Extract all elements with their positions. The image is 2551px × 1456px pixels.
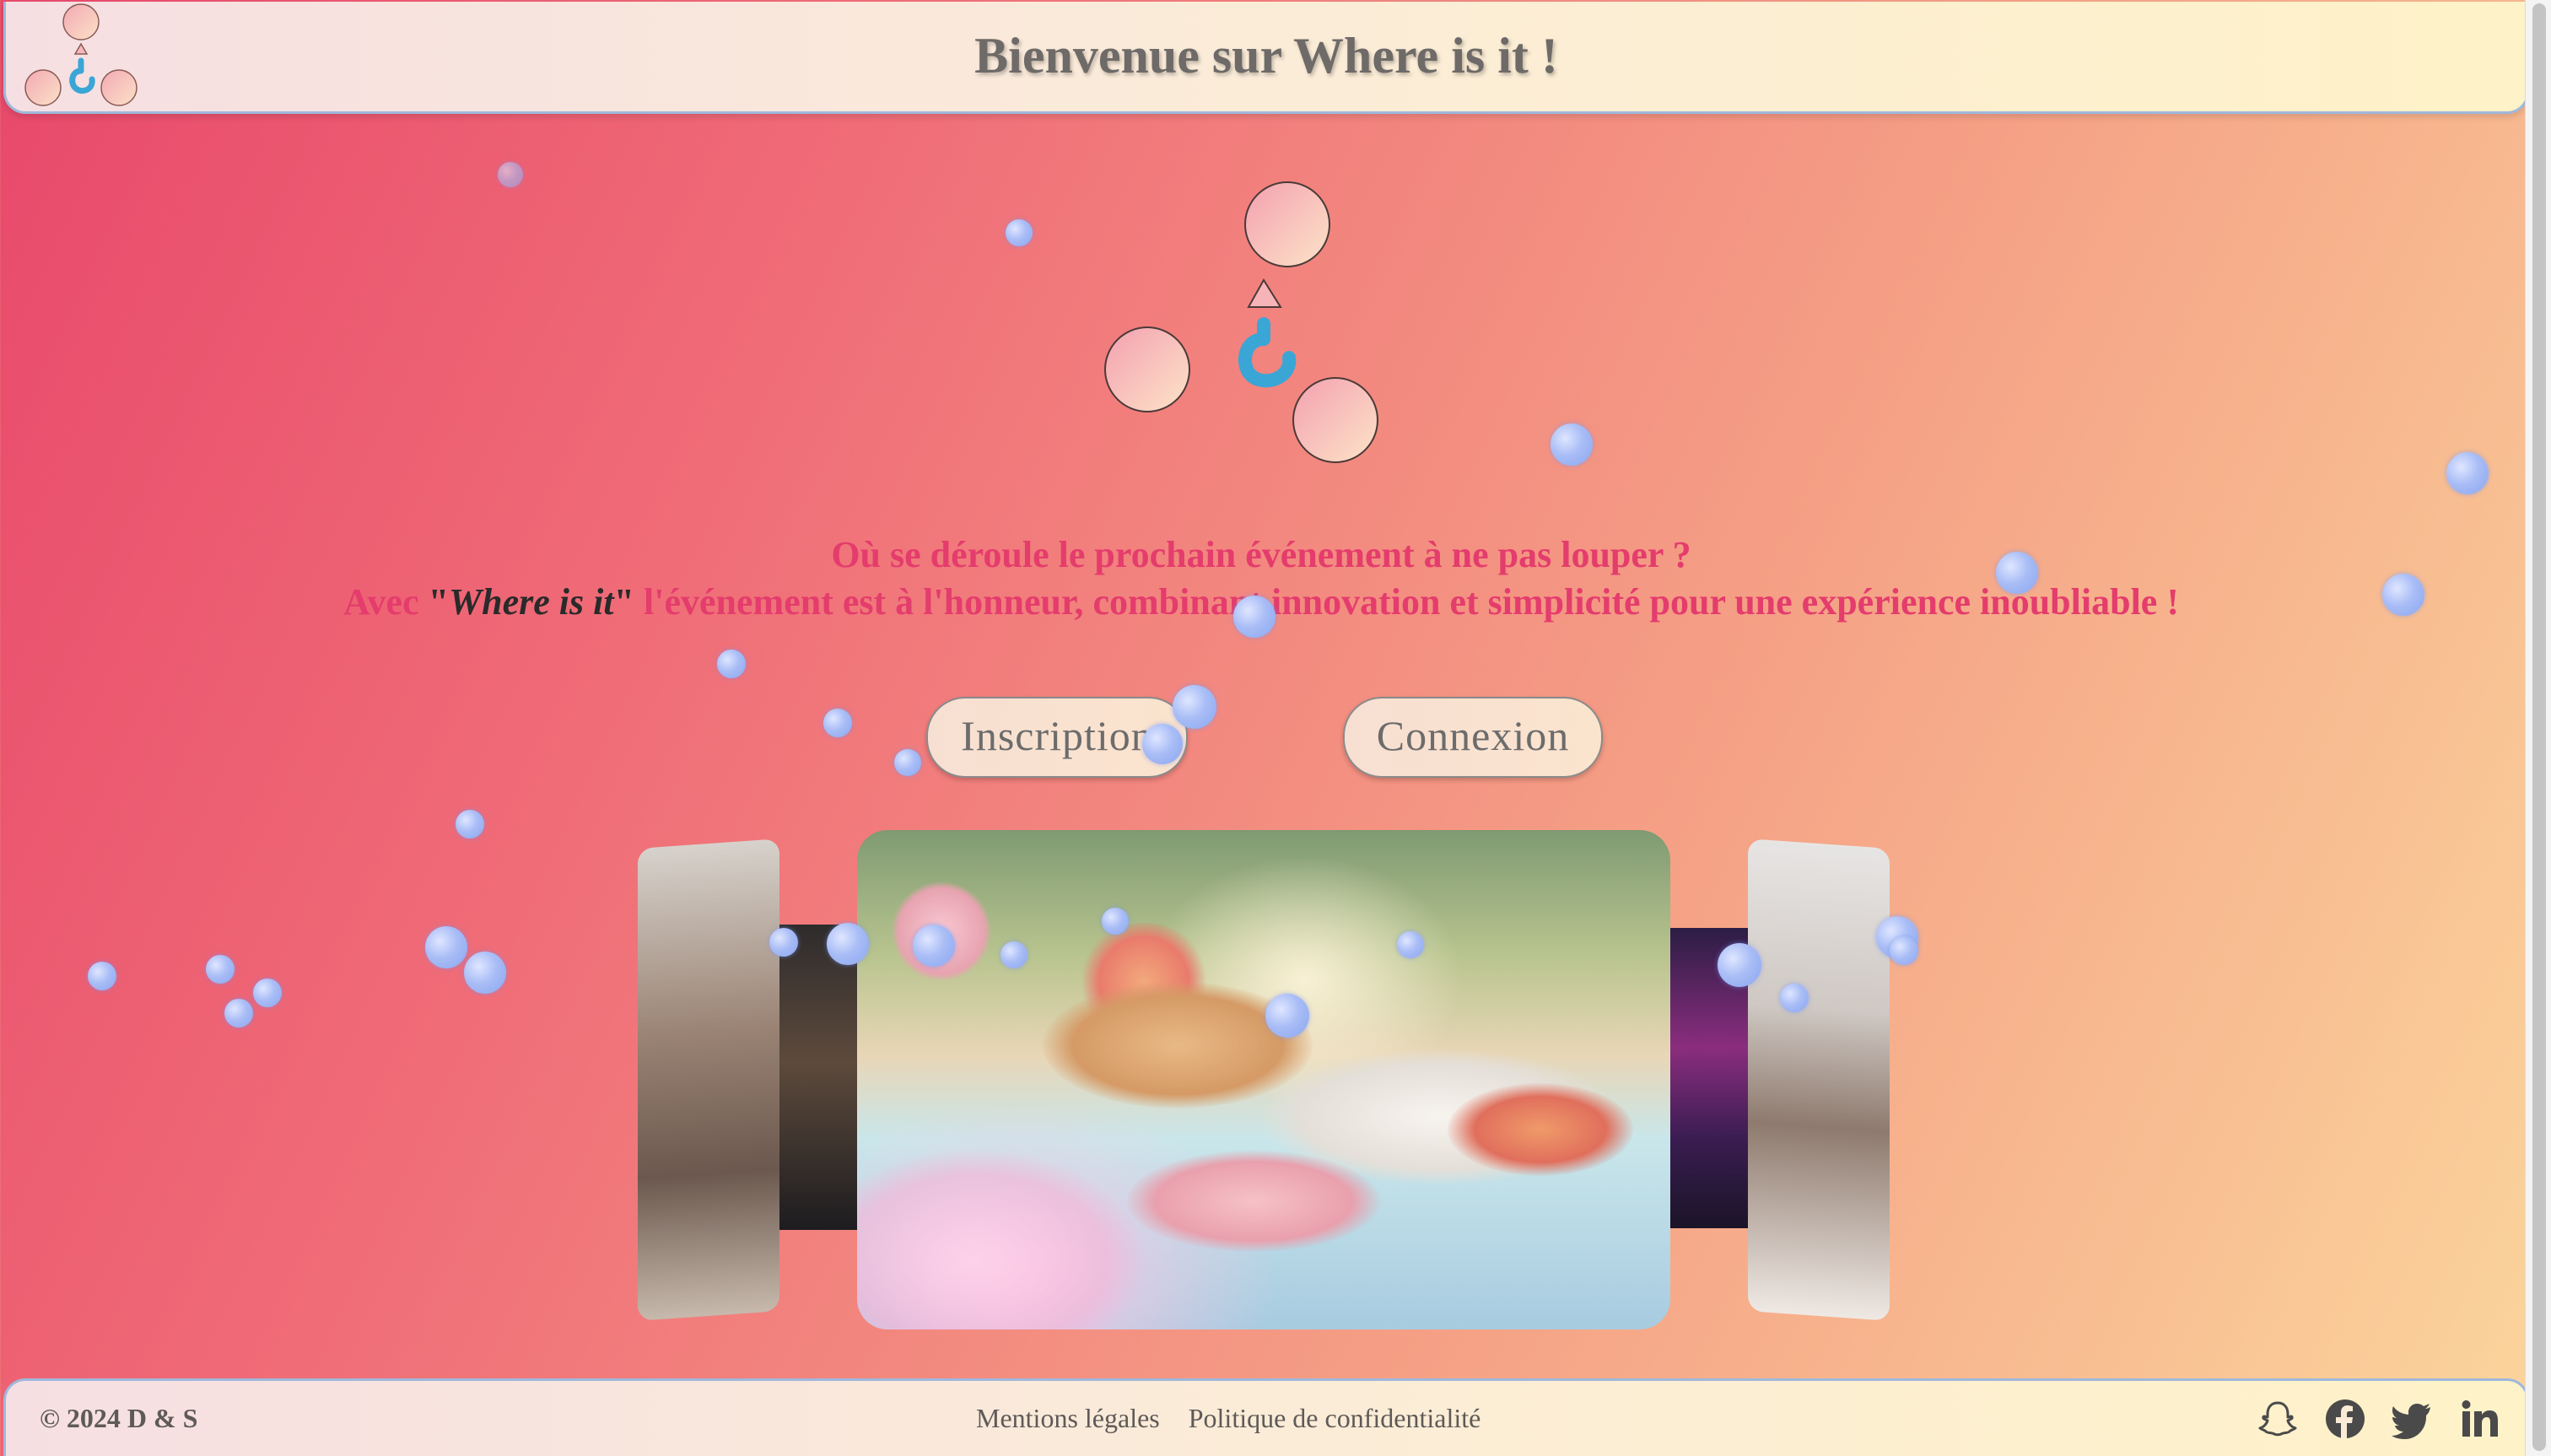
bubble-decoration xyxy=(1780,984,1809,1012)
bubble-decoration xyxy=(823,709,852,737)
social-links xyxy=(2257,1398,2501,1440)
bubble-decoration xyxy=(456,810,484,839)
quote-close: " xyxy=(613,581,635,623)
bubble-decoration xyxy=(769,928,798,957)
bubble-decoration xyxy=(827,923,869,965)
page-title: Bienvenue sur Where is it ! xyxy=(974,28,1558,84)
bubble-decoration xyxy=(464,952,506,994)
bubble-decoration xyxy=(717,650,746,678)
buffet-macarons-decoration xyxy=(1127,1151,1380,1252)
bubble-decoration xyxy=(2446,452,2489,494)
bubble-decoration xyxy=(913,925,955,967)
bubble-decoration xyxy=(498,162,523,187)
bubble-decoration xyxy=(1996,552,2038,594)
facebook-icon[interactable] xyxy=(2324,1398,2366,1440)
bubble-decoration xyxy=(2382,574,2424,616)
copyright-text: © 2024 D & S xyxy=(40,1403,198,1433)
bubble-decoration xyxy=(1265,994,1309,1038)
bubble-decoration xyxy=(1551,423,1593,466)
bubble-decoration xyxy=(1173,685,1216,729)
bubble-decoration xyxy=(1102,908,1129,935)
site-header: Bienvenue sur Where is it ! xyxy=(3,2,2529,114)
carousel-slide-buffet-table[interactable] xyxy=(857,830,1670,1329)
bubble-decoration xyxy=(224,999,253,1027)
quote-open: " xyxy=(428,581,450,623)
bubble-decoration xyxy=(206,955,235,984)
bubble-decoration xyxy=(1718,943,1761,987)
carousel-slide-party-group[interactable] xyxy=(638,839,779,1321)
brand-name: Where is it xyxy=(449,581,614,623)
linkedin-icon[interactable] xyxy=(2459,1398,2501,1440)
carousel-slide-barbecue[interactable] xyxy=(779,925,857,1230)
tagline-question: Où se déroule le prochain événement à ne… xyxy=(831,534,1691,575)
tagline-suffix: l'événement est à l'honneur, combinant i… xyxy=(634,581,2179,623)
login-button[interactable]: Connexion xyxy=(1343,697,1603,778)
footer-links: Mentions légales Politique de confidenti… xyxy=(976,1403,1502,1434)
snapchat-icon[interactable] xyxy=(2257,1398,2299,1440)
bubble-decoration xyxy=(425,926,467,968)
privacy-policy-link[interactable]: Politique de confidentialité xyxy=(1189,1403,1481,1433)
twitter-icon[interactable] xyxy=(2392,1398,2434,1440)
tagline-prefix: Avec xyxy=(343,581,429,623)
bubble-decoration xyxy=(1233,596,1276,638)
buffet-tulle-decoration xyxy=(857,1151,1144,1329)
legal-notice-link[interactable]: Mentions légales xyxy=(976,1403,1160,1433)
bubble-decoration xyxy=(1006,219,1033,246)
bubble-decoration xyxy=(894,749,921,776)
bubble-decoration xyxy=(1000,941,1027,968)
bubble-decoration xyxy=(1142,724,1183,764)
bubble-decoration xyxy=(1890,936,1918,965)
scrollbar-thumb[interactable] xyxy=(2532,3,2546,1451)
site-footer: © 2024 D & S Mentions légales Politique … xyxy=(3,1378,2529,1456)
where-is-it-logo-large-icon xyxy=(1104,181,1378,463)
bubble-decoration xyxy=(1397,931,1424,958)
carousel-slide-wedding[interactable] xyxy=(1748,839,1890,1321)
bubble-decoration xyxy=(88,962,116,990)
bubble-decoration xyxy=(253,979,282,1007)
page-scrollbar[interactable] xyxy=(2525,0,2551,1456)
buffet-fruits-decoration xyxy=(1448,1083,1633,1176)
